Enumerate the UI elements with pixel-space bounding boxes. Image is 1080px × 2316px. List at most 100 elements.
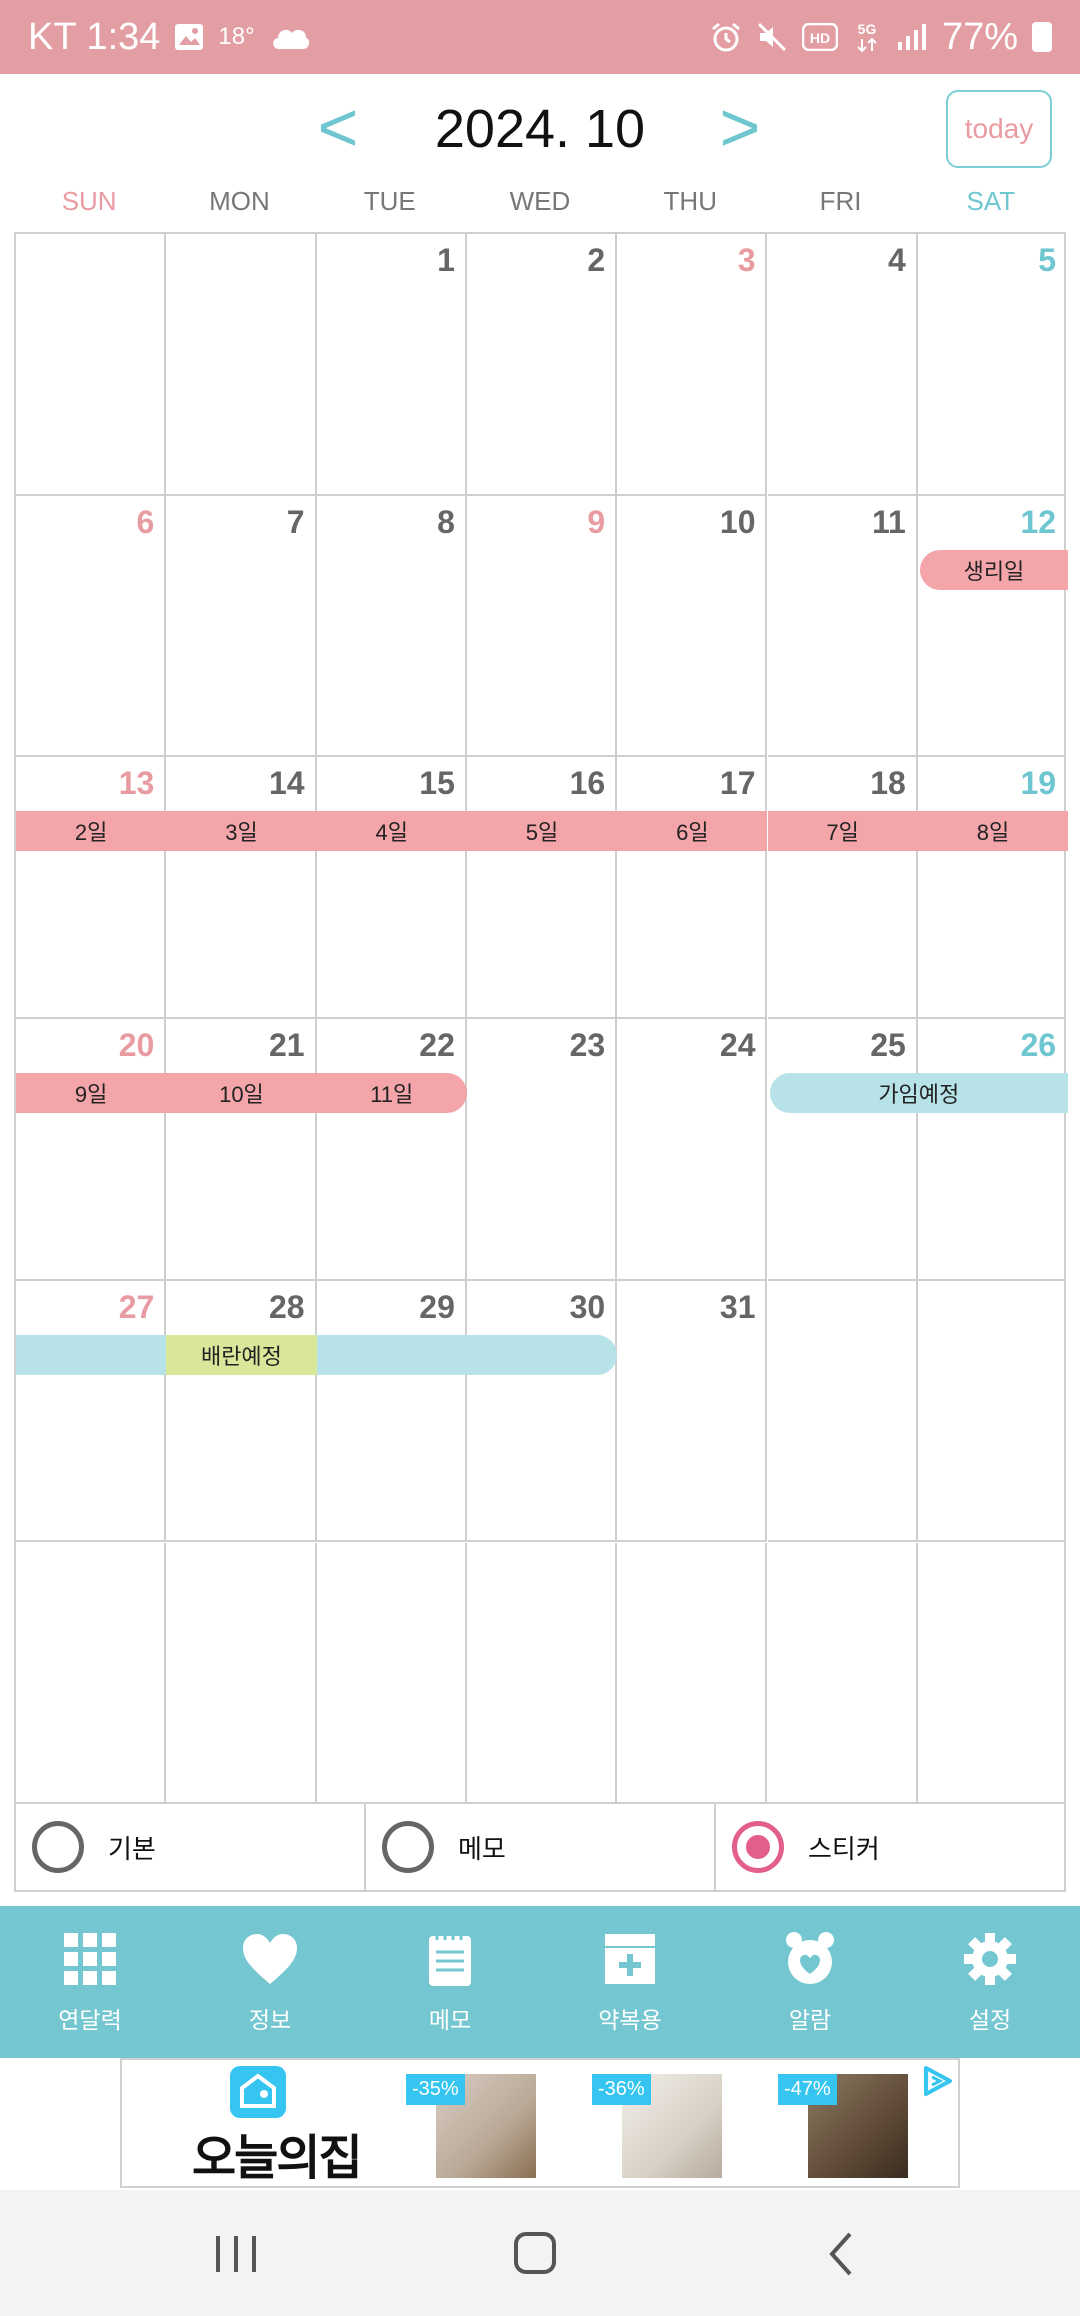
calendar-day-cell[interactable]: 9 (466, 495, 618, 758)
day-number: 19 (1020, 765, 1057, 802)
prev-month-button[interactable]: < (308, 92, 368, 162)
calendar-day-cell[interactable]: 21 (166, 1019, 317, 1281)
calendar-day-cell[interactable]: 24 (617, 1019, 768, 1281)
calendar-day-cell[interactable]: 3 (617, 234, 768, 496)
event-label: 가임예정 (878, 1082, 960, 1108)
period-day-bar[interactable]: 8일 (917, 811, 1069, 852)
ad-house-icon (230, 2066, 286, 2118)
calendar-day-cell[interactable] (617, 1542, 768, 1805)
calendar-day-cell[interactable]: 31 (617, 1280, 768, 1543)
day-number: 5 (1038, 242, 1057, 278)
nav-medication[interactable]: 약복용 (540, 1906, 720, 2058)
period-day-bar[interactable]: 5일 (466, 811, 618, 852)
fertile-window-bar[interactable] (316, 1334, 618, 1375)
nav-alarm[interactable]: 알람 (720, 1906, 900, 2058)
calendar-day-cell[interactable] (467, 1542, 618, 1805)
calendar-day-cell[interactable]: 1 (316, 234, 467, 496)
calendar-day-cell[interactable]: 19 (917, 757, 1067, 1020)
period-day-bar[interactable]: 4일 (316, 811, 467, 852)
nav-yearly-calendar[interactable]: 연달력 (0, 1906, 180, 2058)
calendar-day-cell[interactable]: 7 (166, 495, 317, 758)
mode-basic[interactable]: 기본 (16, 1804, 366, 1890)
calendar-day-cell[interactable]: 6 (16, 495, 167, 758)
calendar-day-cell[interactable]: 23 (466, 1019, 618, 1281)
calendar-day-cell[interactable]: 20 (16, 1019, 167, 1281)
today-button[interactable]: today (946, 90, 1052, 168)
calendar-day-cell[interactable]: 12 (917, 496, 1067, 758)
calendar-day-cell[interactable]: 26 (917, 1019, 1067, 1281)
calendar-day-cell[interactable] (16, 1542, 167, 1805)
period-day-bar[interactable]: 6일 (617, 811, 768, 852)
ad-banner[interactable]: 오늘의집 -35% -36% -47% (120, 2058, 960, 2188)
calendar-day-cell[interactable]: 11 (767, 495, 918, 758)
next-month-button[interactable]: > (710, 92, 770, 162)
signal-icon (896, 22, 928, 52)
weekday-tue: TUE (363, 186, 416, 216)
mode-memo[interactable]: 메모 (366, 1804, 716, 1890)
battery-percent: 77% (941, 15, 1018, 58)
calendar-day-cell[interactable]: 28 (166, 1280, 317, 1543)
calendar-day-cell[interactable]: 15 (316, 757, 467, 1020)
period-day-bar[interactable]: 11일 (316, 1073, 467, 1114)
period-day-bar[interactable]: 10일 (166, 1073, 317, 1114)
ovulation-bar[interactable]: 배란예정 (166, 1334, 317, 1375)
calendar-day-cell[interactable] (166, 1542, 317, 1805)
calendar-grid: 1 2 3 4 5 6 7 8 9 10 11 12 13 14 15 16 17 18 19 20 21 22 23 24 2… (14, 232, 1069, 1805)
period-day-bar[interactable]: 9일 (16, 1073, 167, 1114)
calendar-day-cell[interactable]: 30 (466, 1280, 618, 1543)
calendar-day-cell[interactable] (166, 234, 317, 496)
calendar-day-cell[interactable]: 4 (767, 234, 918, 496)
fertile-window-bar[interactable] (16, 1334, 167, 1375)
calendar-day-cell[interactable]: 10 (617, 495, 768, 758)
calendar-day-cell[interactable]: 22 (316, 1019, 467, 1281)
calendar-day-cell[interactable] (16, 234, 167, 496)
event-label: 6일 (676, 820, 709, 846)
calendar-day-cell[interactable] (918, 1543, 1066, 1805)
discount-badge: -36% (592, 2074, 651, 2105)
nav-memo[interactable]: 메모 (360, 1906, 540, 2058)
calendar-day-cell[interactable] (767, 1280, 918, 1543)
ad-choices-icon[interactable] (920, 2064, 954, 2098)
ad-product[interactable]: -35% (406, 2074, 536, 2178)
calendar-day-cell[interactable] (917, 1281, 1067, 1543)
calendar-day-cell[interactable] (768, 1542, 918, 1805)
mode-basic-label: 기본 (108, 1833, 156, 1864)
home-icon[interactable] (506, 2226, 566, 2282)
radio-memo[interactable] (382, 1821, 434, 1873)
day-number: 14 (269, 765, 305, 802)
day-number: 2 (587, 242, 606, 278)
day-number: 18 (870, 765, 906, 802)
calendar-day-cell[interactable]: 16 (466, 757, 618, 1020)
calendar-day-cell[interactable]: 25 (767, 1019, 918, 1281)
back-icon[interactable] (812, 2226, 872, 2282)
weekday-thu: THU (663, 186, 717, 216)
ad-product[interactable]: -36% (592, 2074, 722, 2178)
calendar-day-cell[interactable] (317, 1542, 467, 1805)
calendar-day-cell[interactable]: 13 (16, 757, 167, 1020)
day-number: 25 (870, 1027, 906, 1064)
nav-settings[interactable]: 설정 (900, 1906, 1080, 2058)
day-number: 26 (1020, 1027, 1057, 1064)
ad-brand: 오늘의집 (192, 2132, 363, 2185)
discount-badge: -47% (778, 2074, 837, 2105)
calendar-day-cell[interactable]: 5 (917, 234, 1067, 496)
calendar-day-cell[interactable]: 17 (617, 757, 768, 1020)
period-start-bar[interactable]: 생리일 (919, 549, 1069, 590)
ad-product[interactable]: -47% (778, 2074, 908, 2178)
period-day-bar[interactable]: 3일 (166, 811, 317, 852)
calendar-day-cell[interactable]: 8 (316, 495, 467, 758)
calendar-day-cell[interactable]: 29 (316, 1280, 467, 1543)
period-day-bar[interactable]: 7일 (767, 811, 918, 852)
radio-basic[interactable] (32, 1821, 84, 1873)
mode-sticker[interactable]: 스티커 (716, 1804, 1064, 1890)
recent-apps-icon[interactable] (206, 2226, 266, 2282)
calendar-day-cell[interactable]: 27 (16, 1280, 167, 1543)
period-day-bar[interactable]: 2일 (16, 811, 167, 852)
alarm-clock-icon (780, 1929, 840, 1989)
fertile-window-bar[interactable]: 가임예정 (769, 1073, 1069, 1114)
radio-sticker[interactable] (732, 1821, 784, 1873)
calendar-day-cell[interactable]: 14 (166, 757, 317, 1020)
calendar-day-cell[interactable]: 18 (767, 757, 918, 1020)
nav-info[interactable]: 정보 (180, 1906, 360, 2058)
calendar-day-cell[interactable]: 2 (466, 234, 618, 496)
